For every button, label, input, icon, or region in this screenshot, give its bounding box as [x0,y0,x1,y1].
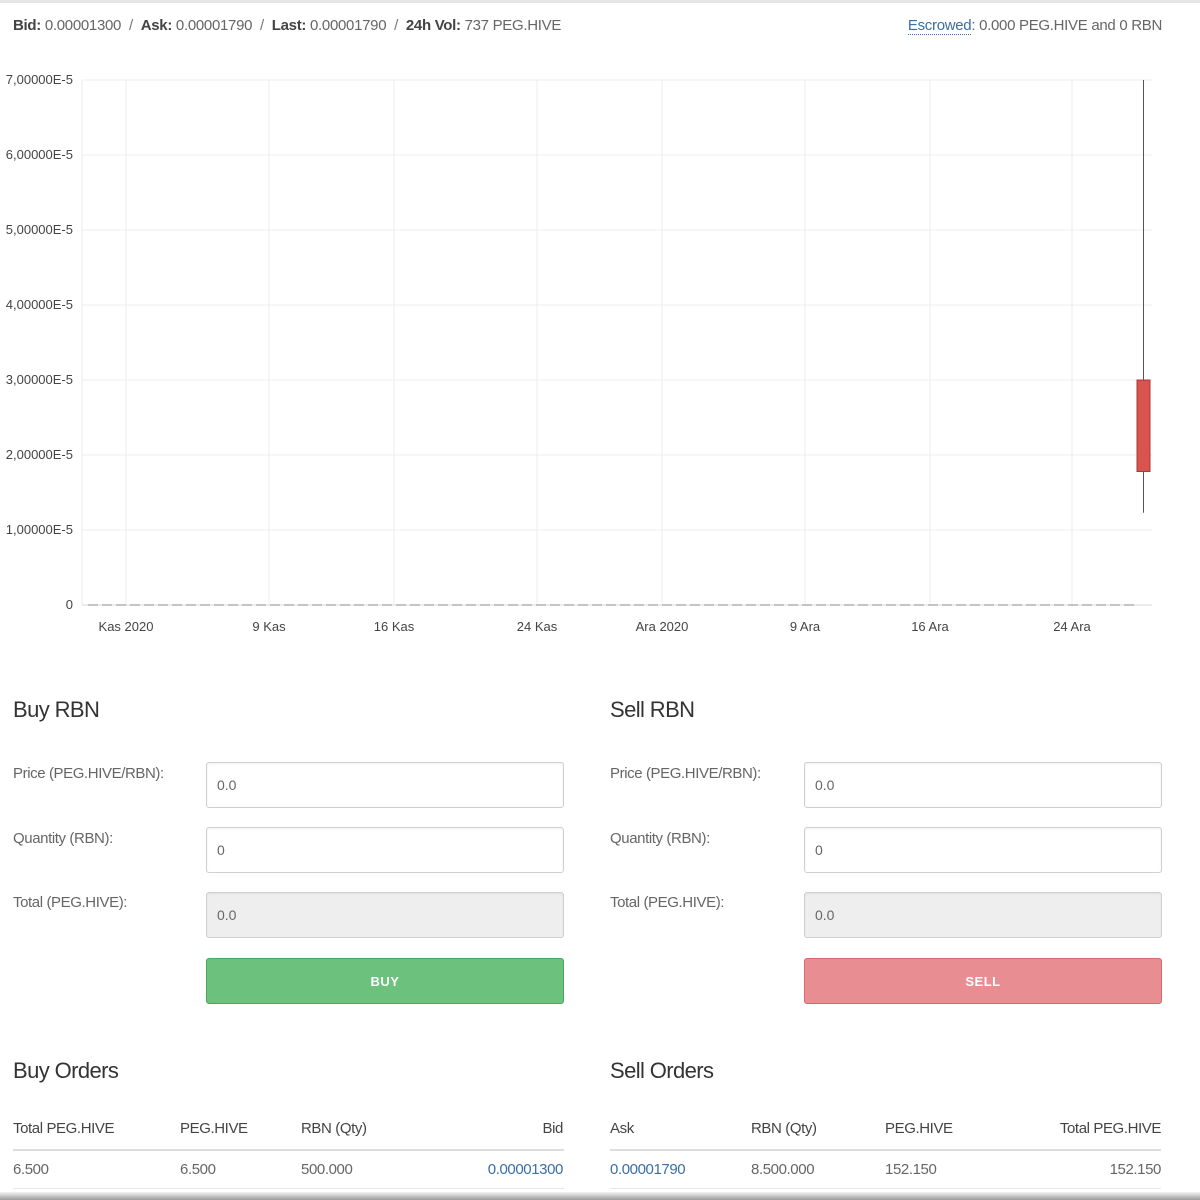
x-tick-label: Ara 2020 [636,619,689,634]
buy-button[interactable]: BUY [206,958,564,1004]
sell-total-label: Total (PEG.HIVE): [610,894,725,911]
buy-orders-row-divider [13,1188,564,1189]
separator: / [128,17,133,34]
volume-value: 737 PEG.HIVE [464,17,562,34]
sell-quantity-label: Quantity (RBN): [610,830,710,847]
escrow-info: Escrowed: 0.000 PEG.HIVE and 0 RBN [907,17,1162,35]
sell-orders-header-qty: RBN (Qty) [751,1120,817,1137]
buy-price-label: Price (PEG.HIVE/RBN): [13,765,164,782]
buy-order-total: 6.500 [13,1161,49,1178]
last-value: 0.00001790 [310,17,387,34]
buy-orders-header-peghive: PEG.HIVE [180,1120,248,1137]
sell-orders-row-divider [610,1188,1161,1189]
bid-value: 0.00001300 [44,17,122,34]
sell-price-label: Price (PEG.HIVE/RBN): [610,765,761,782]
sell-price-input[interactable] [804,762,1162,808]
ask-label: Ask: [140,17,173,34]
buy-orders-title: Buy Orders [13,1058,119,1083]
escrowed-link[interactable]: Escrowed [907,17,972,35]
y-tick-label: 2,00000E-5 [6,447,73,462]
x-tick-label: 24 Ara [1053,619,1091,634]
candle-body [1136,379,1151,472]
buy-orders-header-total: Total PEG.HIVE [13,1120,115,1137]
buy-orders-header-qty: RBN (Qty) [301,1120,367,1137]
x-tick-label: 9 Ara [790,619,821,634]
y-tick-label: 4,00000E-5 [6,297,73,312]
sell-order-ask-link[interactable]: 0.00001790 [610,1161,686,1178]
sell-button[interactable]: SELL [804,958,1162,1004]
x-tick-label: 9 Kas [252,619,286,634]
sell-orders-title: Sell Orders [610,1058,714,1083]
x-tick-label: 24 Kas [517,619,558,634]
sell-orders-header-peghive: PEG.HIVE [885,1120,953,1137]
price-chart[interactable]: 0 1,00000E-5 2,00000E-5 3,00000E-5 4,00000E-… [0,60,1200,660]
ask-value: 0.00001790 [175,17,253,34]
separator: / [394,17,398,34]
x-tick-label: 16 Ara [911,619,949,634]
sell-orders-header-divider [610,1149,1161,1151]
escrowed-value: : 0.000 PEG.HIVE and 0 RBN [971,17,1162,34]
separator: / [260,17,264,34]
top-border [0,0,1200,3]
buy-order-bid-link[interactable]: 0.00001300 [488,1161,564,1178]
sell-orders-header-ask: Ask [610,1120,634,1137]
sell-order-qty: 8.500.000 [751,1161,815,1178]
last-label: Last: [271,17,307,34]
bid-label: Bid: [13,17,41,34]
sell-orders-header-total: Total PEG.HIVE [1059,1120,1162,1137]
buy-total-field [206,892,564,938]
y-tick-label: 5,00000E-5 [6,222,73,237]
buy-total-label: Total (PEG.HIVE): [13,894,128,911]
buy-quantity-label: Quantity (RBN): [13,830,113,847]
buy-quantity-input[interactable] [206,827,564,873]
buy-title: Buy RBN [13,697,100,722]
market-ticker: Bid: 0.00001300 / Ask: 0.00001790 / Last… [13,17,561,34]
buy-order-peghive: 6.500 [180,1161,216,1178]
sell-order-peghive: 152.150 [885,1161,937,1178]
sell-total-field [804,892,1162,938]
sell-order-total: 152.150 [1109,1161,1162,1178]
buy-order-qty: 500.000 [301,1161,353,1178]
sell-quantity-input[interactable] [804,827,1162,873]
volume-label: 24h Vol: [405,17,461,34]
buy-orders-header-bid: Bid [542,1120,564,1137]
y-tick-label: 7,00000E-5 [6,72,73,87]
x-tick-label: 16 Kas [374,619,415,634]
buy-price-input[interactable] [206,762,564,808]
y-tick-label: 0 [66,597,73,612]
x-tick-label: Kas 2020 [99,619,154,634]
buy-orders-header-divider [13,1149,564,1151]
y-tick-label: 6,00000E-5 [6,147,73,162]
bottom-scroll-shadow [0,1192,1200,1200]
y-tick-label: 3,00000E-5 [6,372,73,387]
sell-title: Sell RBN [610,697,695,722]
y-tick-label: 1,00000E-5 [6,522,73,537]
